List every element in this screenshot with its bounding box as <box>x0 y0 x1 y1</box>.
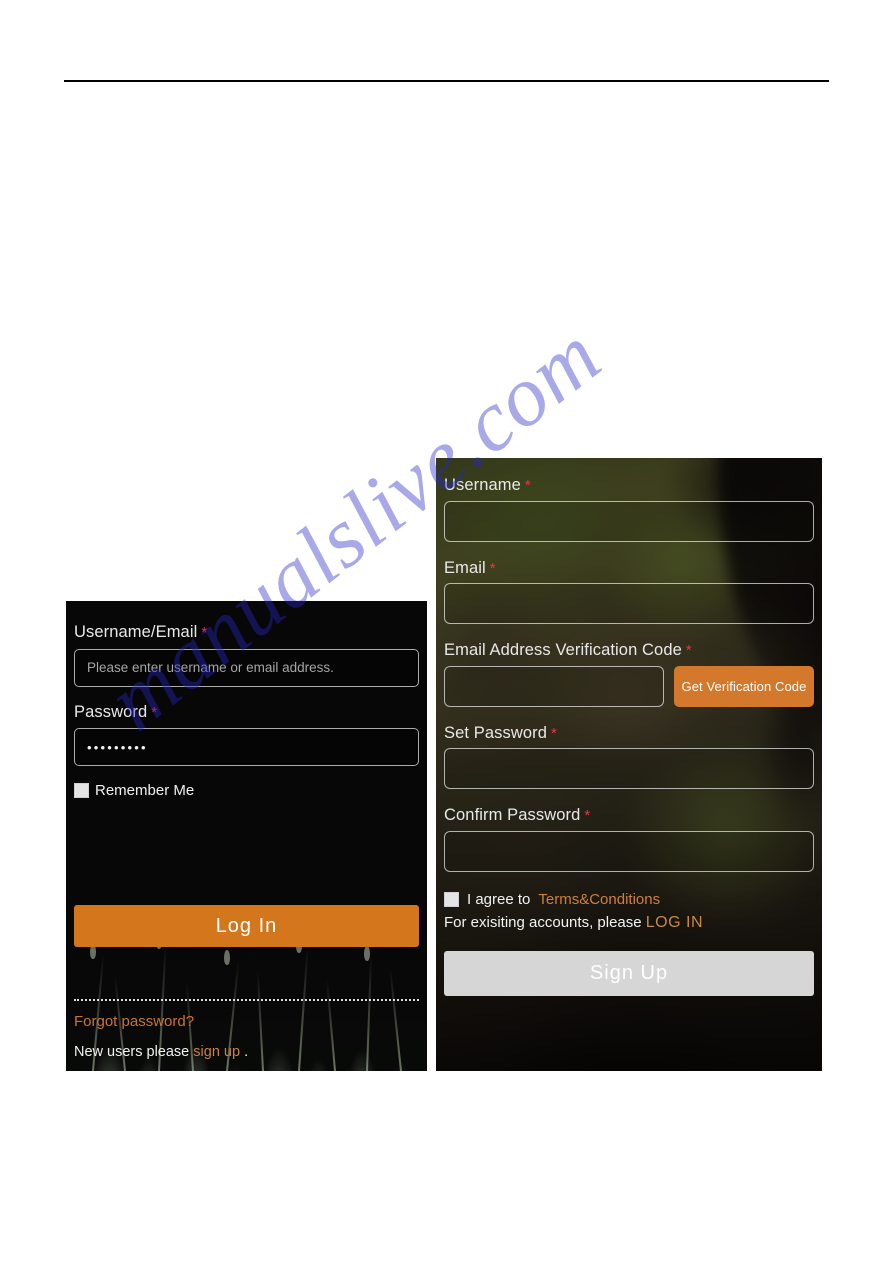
required-asterisk-icon: * <box>584 807 591 824</box>
signup-username-input[interactable] <box>444 500 814 542</box>
required-asterisk-icon: * <box>201 624 208 641</box>
verification-code-row: Get Verification Code <box>444 665 814 707</box>
agree-terms-row[interactable]: I agree to Terms&Conditions <box>444 891 814 908</box>
remember-me-checkbox[interactable] <box>74 783 89 798</box>
log-in-button[interactable]: Log In <box>74 905 419 947</box>
login-username-placeholder: Please enter username or email address. <box>87 660 334 675</box>
signup-set-password-label: Set Password * <box>444 724 814 743</box>
signup-verification-code-label: Email Address Verification Code * <box>444 641 814 660</box>
existing-account-row: For exisiting accounts, please LOG IN <box>444 914 814 932</box>
signup-panel: Username * Email * Email Address Verificat… <box>436 458 822 1071</box>
signup-username-label-text: Username <box>444 476 521 494</box>
signup-confirm-password-input[interactable] <box>444 830 814 872</box>
signup-email-label: Email * <box>444 559 814 578</box>
login-username-label-text: Username/Email <box>74 623 198 641</box>
remember-me-label: Remember Me <box>95 782 195 799</box>
required-asterisk-icon: * <box>685 642 692 659</box>
sign-up-link[interactable]: sign up <box>193 1044 240 1060</box>
signup-confirm-password-label: Confirm Password * <box>444 806 814 825</box>
login-password-label: Password * <box>74 703 419 722</box>
login-username-label: Username/Email * <box>74 623 419 642</box>
required-asterisk-icon: * <box>489 559 496 577</box>
agree-terms-checkbox[interactable] <box>444 891 459 907</box>
required-asterisk-icon: * <box>151 703 158 721</box>
new-users-suffix: . <box>244 1044 249 1060</box>
signup-confirm-password-label-text: Confirm Password <box>444 806 581 824</box>
page-header-rule <box>64 80 829 82</box>
forgot-password-link[interactable]: Forgot password? <box>74 1013 194 1030</box>
signup-verification-code-input[interactable] <box>444 665 664 707</box>
get-verification-code-button[interactable]: Get Verification Code <box>674 665 814 707</box>
terms-and-conditions-link[interactable]: Terms&Conditions <box>538 891 660 908</box>
existing-account-prefix: For exisiting accounts, please <box>444 913 642 931</box>
new-users-prefix: New users please <box>74 1044 190 1060</box>
login-password-label-text: Password <box>74 702 148 721</box>
login-form: Username/Email * Please enter username or… <box>66 601 427 799</box>
login-divider <box>74 999 419 1001</box>
remember-me-row[interactable]: Remember Me <box>74 782 419 799</box>
new-users-row: New users please sign up . <box>74 1044 248 1060</box>
signup-email-input[interactable] <box>444 583 814 624</box>
log-in-link[interactable]: LOG IN <box>646 914 703 931</box>
login-username-input[interactable]: Please enter username or email address. <box>74 648 419 687</box>
sign-up-button[interactable]: Sign Up <box>444 950 814 996</box>
signup-set-password-input[interactable] <box>444 748 814 789</box>
signup-username-label: Username * <box>444 476 814 495</box>
signup-email-label-text: Email <box>444 558 486 577</box>
signup-form: Username * Email * Email Address Verificat… <box>436 458 822 996</box>
required-asterisk-icon: * <box>551 724 557 742</box>
login-password-input[interactable]: ••••••••• <box>74 728 419 766</box>
login-panel: Username/Email * Please enter username or… <box>66 601 427 1071</box>
required-asterisk-icon: * <box>524 477 531 494</box>
signup-set-password-label-text: Set Password <box>444 723 547 742</box>
signup-verification-code-label-text: Email Address Verification Code <box>444 641 682 659</box>
agree-terms-prefix: I agree to <box>467 890 531 908</box>
login-password-masked-value: ••••••••• <box>87 739 148 755</box>
